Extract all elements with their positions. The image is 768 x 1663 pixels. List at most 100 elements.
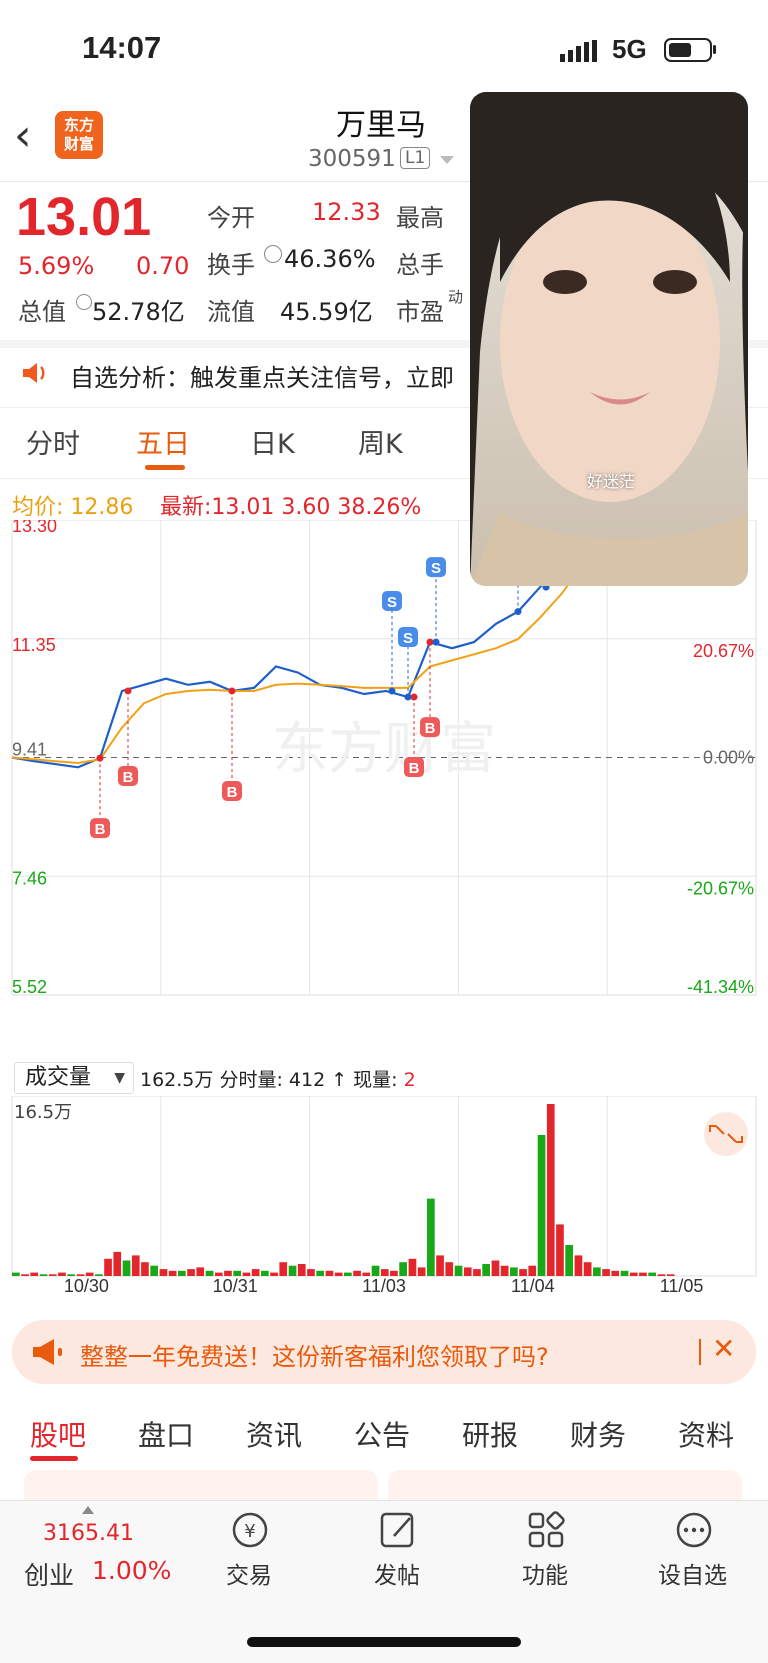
back-icon[interactable]: ‹: [14, 110, 32, 161]
marker-dot: [96, 754, 104, 762]
grid-icon[interactable]: [516, 1510, 576, 1550]
info-icon[interactable]: [264, 245, 282, 263]
pip-video[interactable]: [470, 92, 748, 586]
volume-y-max: 16.5万: [14, 1102, 72, 1123]
tab-news[interactable]: 资讯: [246, 1414, 302, 1454]
network-type: 5G: [612, 34, 647, 64]
volume-label: 总手: [396, 251, 444, 279]
pe-superscript: 动: [448, 288, 464, 306]
signal-icon: [560, 40, 597, 62]
chevron-down-icon[interactable]: [440, 156, 454, 164]
volume-bar: [288, 1265, 297, 1276]
marker-dot: [432, 638, 440, 646]
volume-bar: [639, 1272, 647, 1276]
y-tick-label: 13.30: [12, 520, 57, 536]
close-icon[interactable]: ✕: [712, 1332, 735, 1365]
mcap-value: 52.78亿: [92, 298, 185, 326]
volume-bar: [546, 1104, 555, 1276]
volume-frame: [11, 1096, 757, 1277]
trade-icon[interactable]: ¥: [220, 1510, 280, 1550]
volume-bar: [565, 1245, 573, 1276]
volume-bar: [519, 1269, 527, 1276]
volume-bar: [620, 1270, 629, 1276]
volume-bar: [307, 1269, 315, 1276]
x-tick-label: 11/03: [362, 1276, 406, 1296]
volume-bar: [122, 1260, 131, 1276]
battery-icon: [664, 38, 712, 62]
more-icon[interactable]: [664, 1510, 724, 1550]
volume-bar: [556, 1224, 564, 1276]
tab-five-day[interactable]: 五日: [136, 422, 190, 461]
change-abs: 0.70: [136, 252, 190, 280]
tab-fenshi[interactable]: 分时: [26, 422, 80, 461]
volume-bar: [131, 1255, 140, 1276]
volume-bar: [408, 1258, 417, 1276]
y-tick-label: 11.35: [12, 635, 56, 655]
volume-bar: [297, 1264, 306, 1276]
volume-bar: [251, 1269, 260, 1276]
tab-daily-k[interactable]: 日K: [250, 422, 295, 461]
info-icon[interactable]: [76, 294, 92, 310]
home-indicator[interactable]: [247, 1637, 521, 1647]
price-chart[interactable]: 东方财富 13.30 11.35 9.41 7.46 5.52 20.67% 0.00% -20…: [0, 520, 768, 1060]
chevron-up-icon[interactable]: [82, 1506, 94, 1514]
volume-bar: [316, 1270, 324, 1276]
volume-bar: [593, 1267, 601, 1276]
volume-bar: [21, 1274, 29, 1276]
index-name[interactable]: 创业: [24, 1556, 74, 1592]
index-value[interactable]: 3165.41: [43, 1521, 134, 1546]
volume-bar: [270, 1272, 278, 1276]
tab-finance[interactable]: 财务: [570, 1414, 626, 1454]
pe-label: 市盈: [396, 298, 444, 326]
high-label: 最高: [396, 204, 444, 232]
volume-bar: [104, 1258, 112, 1276]
turnover-value: 46.36%: [284, 245, 376, 273]
volume-bar: [417, 1267, 426, 1276]
watermark: 东方财富: [272, 717, 496, 782]
function-button[interactable]: 功能: [522, 1556, 568, 1590]
y-tick-label: 7.46: [12, 868, 47, 888]
x-tick-label: 10/30: [64, 1276, 109, 1296]
volume-info: 162.5万 分时量: 412 ↑ 现量: 2: [140, 1069, 416, 1091]
trade-button[interactable]: 交易: [226, 1556, 272, 1590]
mcap-label: 总值: [18, 298, 66, 326]
x-tick-label: 11/04: [511, 1276, 555, 1296]
volume-bar: [473, 1269, 481, 1276]
volume-bar: [196, 1267, 205, 1276]
volume-bar: [510, 1267, 518, 1276]
volume-selector[interactable]: 成交量 ▼: [14, 1062, 134, 1094]
volume-bar: [371, 1265, 380, 1276]
volume-bar: [261, 1270, 269, 1276]
expand-button[interactable]: [704, 1112, 748, 1156]
status-time: 14:07: [82, 30, 162, 65]
marker-dot: [410, 693, 418, 701]
tab-research[interactable]: 研报: [462, 1414, 518, 1454]
tab-weekly-k[interactable]: 周K: [358, 422, 403, 461]
stock-code: 300591: [308, 146, 396, 172]
add-watchlist-button[interactable]: 设自选: [658, 1556, 727, 1590]
tab-profile[interactable]: 资料: [678, 1414, 734, 1454]
volume-chart[interactable]: 16.5万 10/30 10/31 11/03 11/04 11/05: [0, 1096, 768, 1296]
volume-bar: [399, 1262, 407, 1276]
active-tab-indicator: [30, 1456, 78, 1461]
volume-bar: [334, 1272, 343, 1276]
tab-pankou[interactable]: 盘口: [138, 1414, 194, 1454]
megaphone-icon: [33, 1339, 62, 1365]
volume-bar: [427, 1198, 435, 1276]
marker-dot: [514, 608, 522, 616]
x-tick-label: 10/31: [213, 1276, 258, 1296]
current-price: 13.01: [16, 187, 152, 247]
marker-label: S: [387, 594, 397, 611]
tab-guba[interactable]: 股吧: [30, 1414, 86, 1454]
change-pct: 5.69%: [18, 252, 95, 280]
volume-bar: [279, 1262, 288, 1276]
volume-bar: [48, 1274, 57, 1276]
tab-announcement[interactable]: 公告: [354, 1414, 410, 1454]
edit-icon[interactable]: [368, 1510, 428, 1550]
float-label: 流值: [207, 298, 255, 326]
post-button[interactable]: 发帖: [374, 1556, 420, 1590]
stock-name[interactable]: 万里马: [336, 100, 426, 144]
marker-label: B: [95, 821, 106, 838]
volume-bar: [583, 1262, 592, 1276]
marker-dot: [426, 638, 434, 646]
